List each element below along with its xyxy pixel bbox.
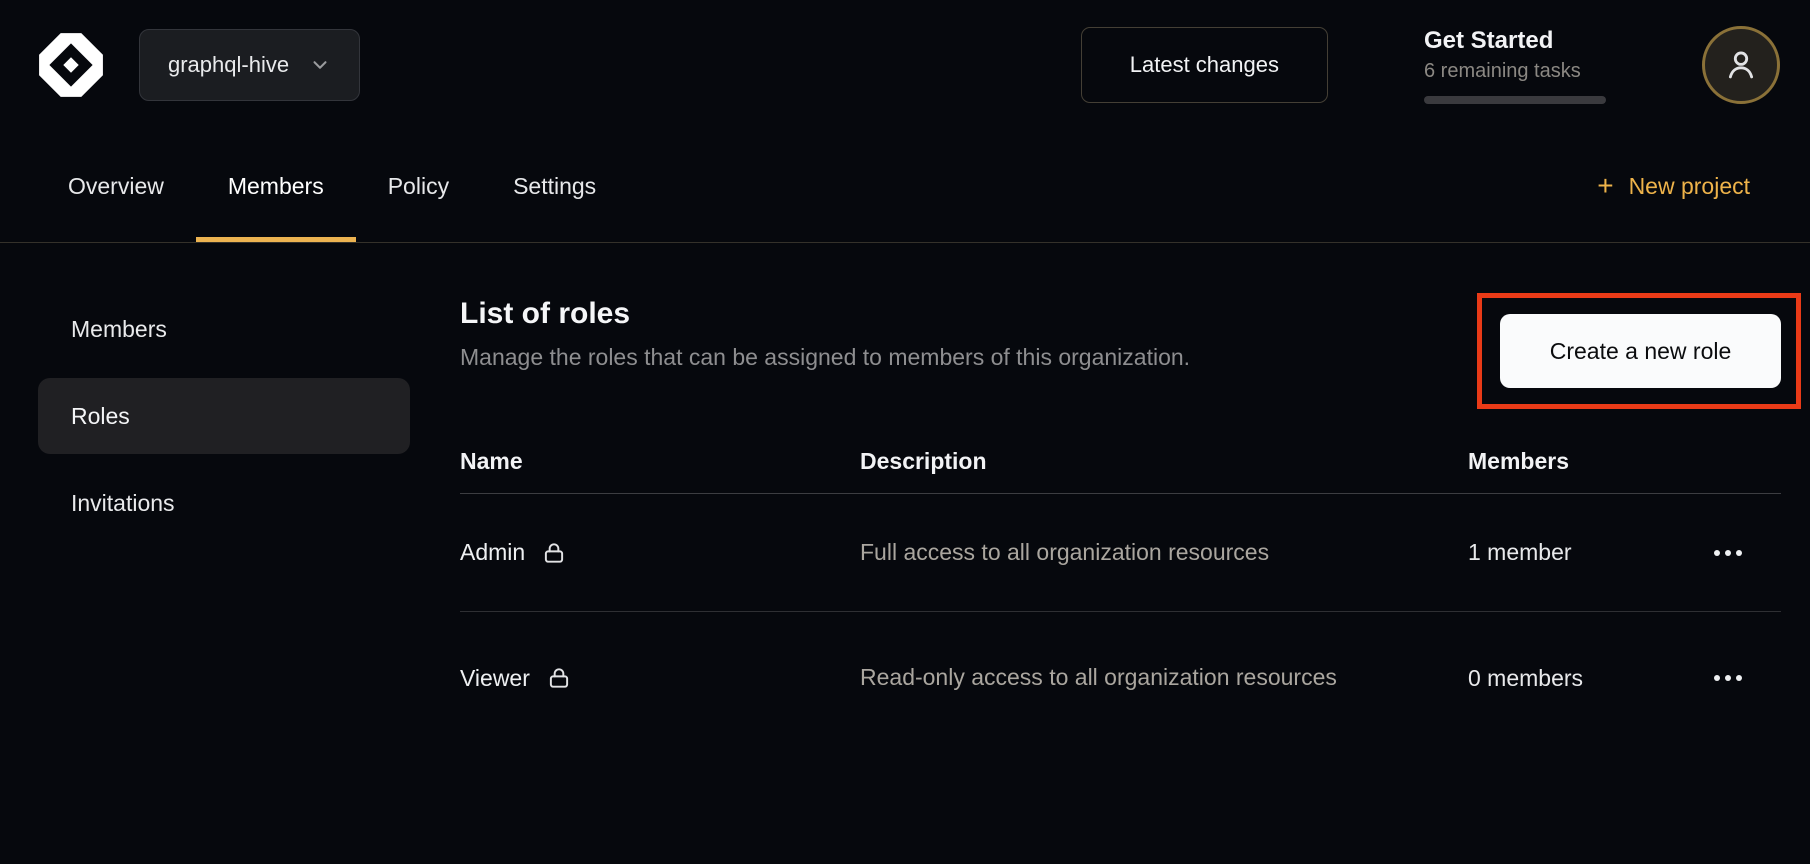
roles-panel-header: List of roles Manage the roles that can … (460, 291, 1781, 409)
column-header-members: Members (1468, 448, 1708, 475)
sidebar-item-roles-label: Roles (71, 403, 130, 430)
role-members-count: 1 member (1468, 539, 1708, 566)
lock-icon (546, 665, 572, 691)
header-left: graphql-hive (36, 29, 360, 101)
roles-table-header: Name Description Members (460, 430, 1781, 494)
role-name-cell: Viewer (460, 665, 860, 692)
org-tabbar: Overview Members Policy Settings + New p… (0, 130, 1810, 243)
tab-members[interactable]: Members (196, 130, 356, 242)
ellipsis-icon (1714, 550, 1720, 556)
latest-changes-button[interactable]: Latest changes (1081, 27, 1328, 103)
column-header-description: Description (860, 448, 1468, 475)
sidebar-item-invitations[interactable]: Invitations (38, 465, 410, 541)
role-description: Full access to all organization resource… (860, 536, 1365, 569)
tab-overview-label: Overview (68, 173, 164, 200)
role-name-cell: Admin (460, 539, 860, 566)
sidebar-item-members[interactable]: Members (38, 291, 410, 367)
role-description: Read-only access to all organization res… (860, 661, 1365, 694)
annotation-highlight-box: Create a new role (1477, 293, 1801, 409)
row-menu-button[interactable] (1708, 540, 1748, 566)
hive-logo-icon[interactable] (36, 30, 106, 100)
row-menu-button[interactable] (1708, 665, 1748, 691)
role-members-count: 0 members (1468, 665, 1708, 692)
get-started-subtitle: 6 remaining tasks (1424, 60, 1606, 83)
chevron-down-icon (309, 54, 331, 76)
lock-icon (541, 540, 567, 566)
new-project-label: New project (1629, 173, 1750, 200)
tab-settings-label: Settings (513, 173, 596, 200)
tab-members-label: Members (228, 173, 324, 200)
sidebar-item-roles[interactable]: Roles (38, 378, 410, 454)
get-started-widget[interactable]: Get Started 6 remaining tasks (1424, 27, 1606, 104)
tab-policy[interactable]: Policy (356, 130, 481, 242)
user-icon (1722, 46, 1760, 84)
new-project-button[interactable]: + New project (1597, 172, 1750, 200)
avatar[interactable] (1702, 26, 1780, 104)
get-started-progress-bar (1424, 96, 1606, 104)
header-right: Latest changes Get Started 6 remaining t… (1081, 26, 1780, 104)
sidebar-item-members-label: Members (71, 316, 167, 343)
table-row-viewer: Viewer Read-only access to all organizat… (460, 612, 1781, 744)
role-name: Admin (460, 539, 525, 566)
content-area: Members Roles Invitations List of roles … (0, 243, 1810, 864)
app-header: graphql-hive Latest changes Get Started … (0, 0, 1810, 130)
column-header-name: Name (460, 448, 860, 475)
tab-policy-label: Policy (388, 173, 449, 200)
page-subtitle: Manage the roles that can be assigned to… (460, 344, 1190, 371)
roles-titles: List of roles Manage the roles that can … (460, 297, 1190, 371)
roles-table: Name Description Members Admin Full acce… (460, 430, 1781, 744)
members-side-nav: Members Roles Invitations (0, 243, 460, 864)
sidebar-item-invitations-label: Invitations (71, 490, 175, 517)
table-row-admin: Admin Full access to all organization re… (460, 494, 1781, 612)
plus-icon: + (1597, 172, 1613, 200)
tab-overview[interactable]: Overview (36, 130, 196, 242)
org-selector[interactable]: graphql-hive (139, 29, 360, 101)
get-started-title: Get Started (1424, 27, 1606, 55)
page-title: List of roles (460, 297, 1190, 331)
role-name: Viewer (460, 665, 530, 692)
ellipsis-icon (1714, 675, 1720, 681)
create-role-button[interactable]: Create a new role (1500, 314, 1781, 388)
org-selector-label: graphql-hive (168, 52, 289, 78)
tab-settings[interactable]: Settings (481, 130, 628, 242)
roles-panel: List of roles Manage the roles that can … (460, 243, 1810, 864)
